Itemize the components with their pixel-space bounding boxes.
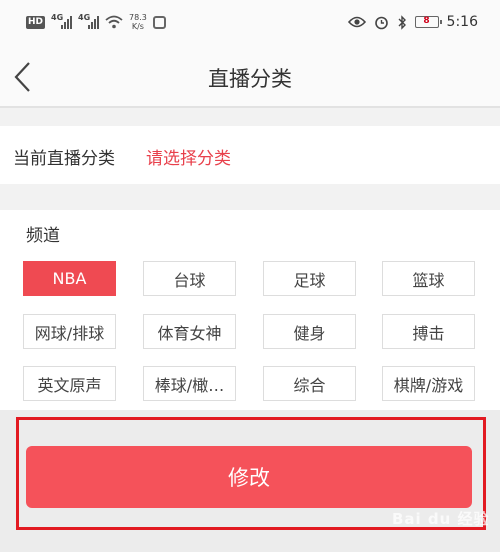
app-notification-icon	[152, 15, 166, 29]
bluetooth-icon	[398, 14, 406, 30]
channel-chip[interactable]: 棋牌/游戏	[382, 366, 475, 401]
battery-level: 8	[423, 16, 430, 26]
channel-chip[interactable]: 英文原声	[23, 366, 116, 401]
clock: 5:16	[446, 14, 478, 30]
speed-value: 78.3	[129, 13, 147, 22]
battery-icon: 8	[414, 16, 442, 28]
eye-icon	[347, 16, 366, 28]
speed-unit: K/s	[131, 22, 144, 31]
channel-chip[interactable]: 综合	[263, 366, 356, 401]
modify-button[interactable]: 修改	[26, 446, 472, 508]
hd-badge: HD	[26, 15, 46, 29]
nav-bar: 直播分类	[0, 46, 500, 108]
channel-chip[interactable]: 搏击	[382, 314, 475, 349]
signal-icon: 4G	[78, 13, 100, 29]
network-type: 4G	[51, 13, 64, 22]
divider	[0, 184, 500, 210]
page-title: 直播分类	[208, 67, 292, 91]
wifi-icon	[105, 15, 123, 29]
channel-chip[interactable]: 体育女神	[143, 314, 236, 349]
channel-chip[interactable]: NBA	[23, 261, 116, 296]
channel-chip[interactable]: 健身	[263, 314, 356, 349]
channel-section: 频道 NBA 台球 足球 篮球网球/排球 体育女神 健身 搏击英文原声 棒球/橄… 综合 棋牌/游…	[0, 210, 500, 410]
channel-title: 频道	[26, 226, 60, 246]
divider	[0, 108, 500, 126]
current-category-row: 当前直播分类 请选择分类	[0, 126, 500, 184]
channel-chip[interactable]: 篮球	[382, 261, 475, 296]
current-category-label: 当前直播分类	[13, 149, 115, 169]
channel-chip[interactable]: 足球	[263, 261, 356, 296]
alarm-icon	[374, 16, 388, 29]
watermark-logo: Bai du 经验	[392, 510, 490, 528]
channel-chip[interactable]: 台球	[143, 261, 236, 296]
channel-chip[interactable]: 棒球/橄…	[143, 366, 236, 401]
channel-chip[interactable]: 网球/排球	[23, 314, 116, 349]
signal-icon: 4G	[51, 13, 73, 29]
network-type: 4G	[78, 13, 91, 22]
network-speed: 78.3 K/s	[129, 13, 147, 31]
current-category-value[interactable]: 请选择分类	[146, 144, 231, 169]
status-bar: HD 4G 4G 78.3 K/s 8 5:16	[0, 0, 500, 46]
